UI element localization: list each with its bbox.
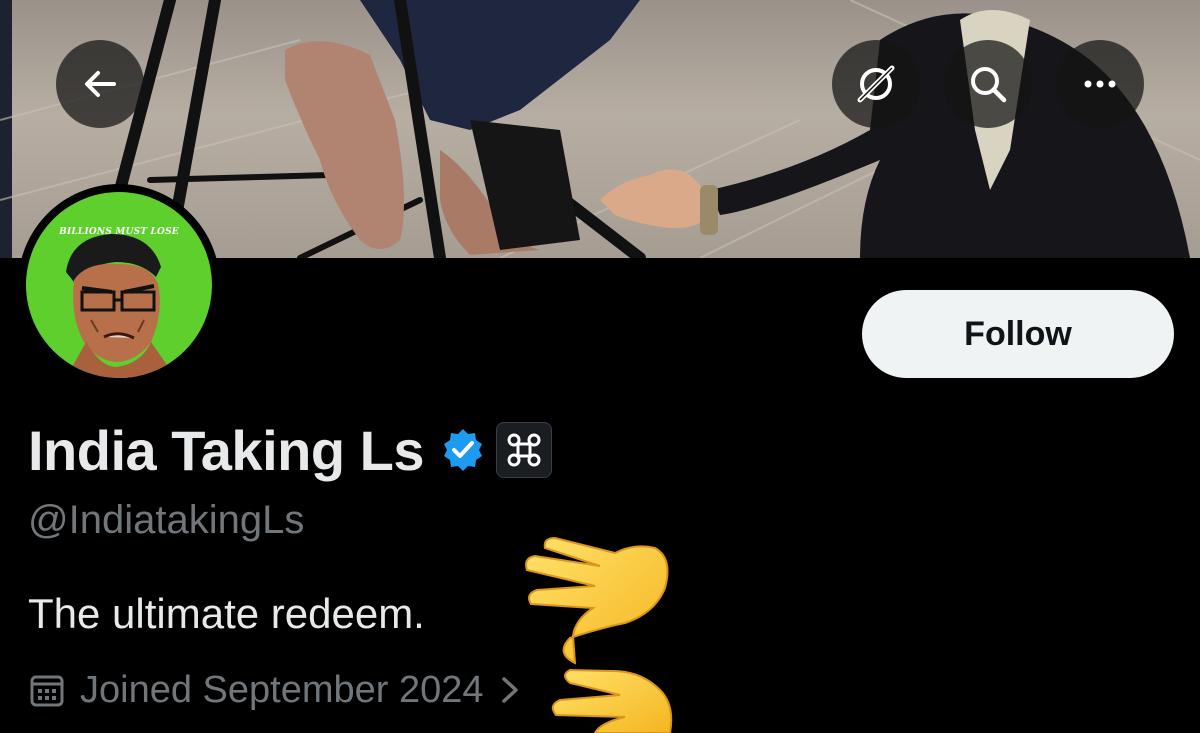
name-row: India Taking Ls <box>28 418 552 482</box>
raised-hand-emoji <box>525 536 669 665</box>
chevron-right-icon <box>501 677 518 703</box>
verified-badge-icon[interactable] <box>440 427 486 473</box>
search-icon <box>971 67 1007 103</box>
raised-hand-emoji <box>551 668 673 733</box>
more-button[interactable] <box>1056 40 1144 128</box>
joined-date-row[interactable]: Joined September 2024 <box>28 664 522 716</box>
search-button[interactable] <box>944 40 1032 128</box>
user-handle: @IndiatakingLs <box>28 498 305 542</box>
command-key-icon <box>507 433 541 467</box>
avatar-portrait <box>66 234 176 378</box>
profile-page: BILLIONS MUST LOSE Follow India Taking L… <box>0 0 1200 733</box>
avatar-image: BILLIONS MUST LOSE <box>26 192 212 378</box>
follow-button[interactable]: Follow <box>862 290 1174 378</box>
display-name: India Taking Ls <box>28 418 424 482</box>
grok-icon <box>857 65 895 103</box>
avatar[interactable]: BILLIONS MUST LOSE <box>18 184 220 386</box>
affiliate-badge[interactable] <box>495 422 552 478</box>
grok-button[interactable] <box>832 40 920 128</box>
calendar-icon <box>30 675 64 707</box>
back-button[interactable] <box>56 40 144 128</box>
joined-date-text: Joined September 2024 <box>80 668 484 711</box>
user-bio: The ultimate redeem. <box>28 590 425 637</box>
arrow-left-icon <box>85 71 116 97</box>
more-horizontal-icon <box>1084 80 1116 88</box>
